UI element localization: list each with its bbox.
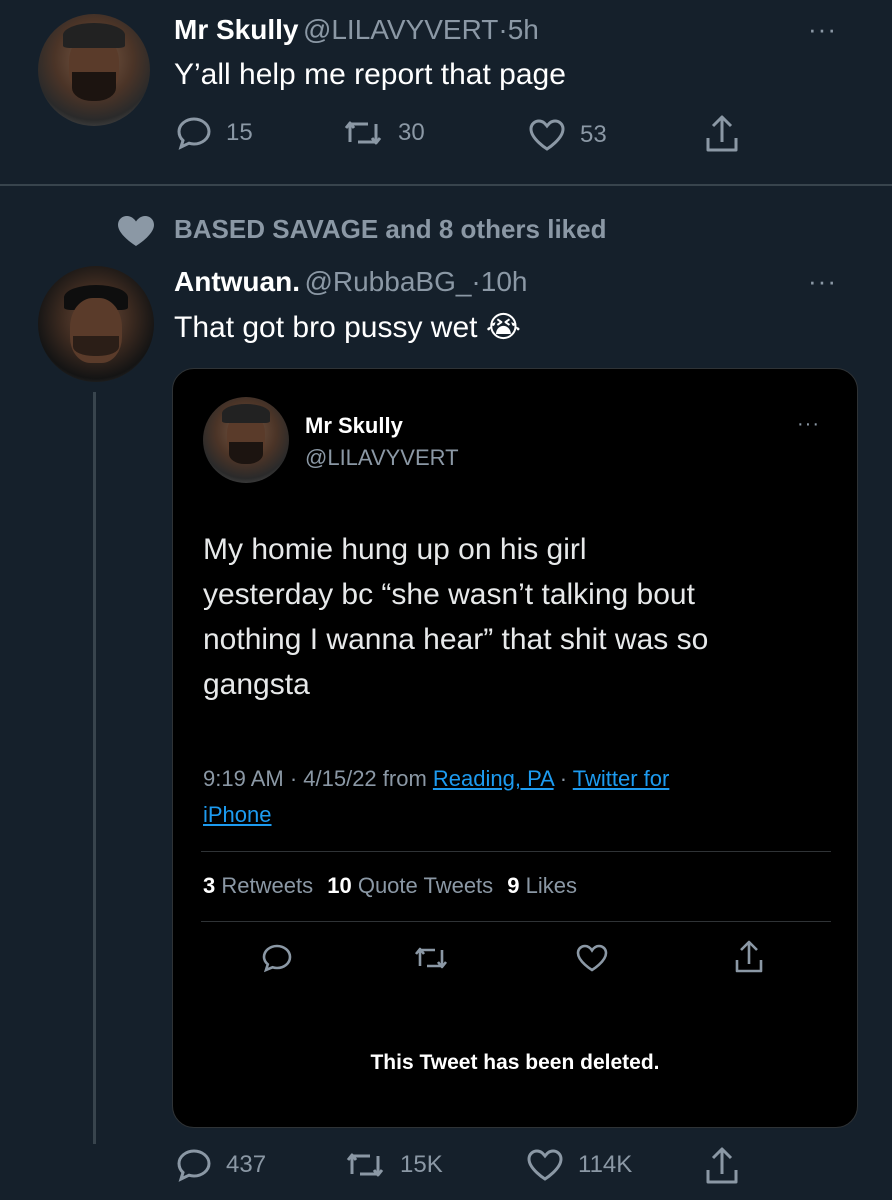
deleted-tweet-notice: This Tweet has been deleted. [370, 1051, 660, 1074]
reply-button[interactable] [261, 943, 293, 978]
like-count: 53 [580, 121, 607, 148]
tweet-header: Antwuan. @RubbaBG_·10h [174, 266, 527, 298]
share-icon [706, 1147, 738, 1184]
liked-by-banner[interactable]: BASED SAVAGE and 8 others liked [174, 214, 606, 245]
quotes-count[interactable]: 10 [327, 873, 351, 898]
heart-icon [116, 214, 156, 253]
heart-icon [576, 944, 608, 972]
tweet-text: Y’all help me report that page [174, 58, 566, 91]
text-line: gangsta [203, 668, 310, 701]
tweet-header: Mr Skully @LILAVYVERT·5h [174, 14, 539, 46]
likes-label[interactable]: Likes [526, 873, 577, 898]
reply-count: 15 [226, 119, 253, 146]
retweet-count: 30 [398, 119, 425, 146]
source-link[interactable]: iPhone [203, 802, 272, 827]
like-button[interactable]: 114K [526, 1148, 632, 1182]
reply-icon [262, 944, 292, 973]
avatar[interactable] [38, 266, 154, 382]
share-icon [706, 115, 738, 152]
location-link[interactable]: Reading, PA [433, 766, 554, 791]
tweet-text: That got bro pussy wet 😭 [174, 310, 521, 345]
text-line: nothing I wanna hear” that shit was so [203, 623, 709, 656]
reply-button[interactable]: 15 [176, 116, 253, 150]
avatar[interactable] [38, 14, 150, 126]
thread-line [93, 392, 96, 1144]
author-handle[interactable]: @LILAVYVERT [303, 14, 498, 45]
reply-count: 437 [226, 1151, 267, 1178]
text-line: yesterday bc “she wasn’t talking bout [203, 578, 695, 611]
divider [0, 184, 892, 186]
reply-icon [177, 117, 211, 150]
retweet-count: 15K [400, 1151, 443, 1178]
reply-button[interactable]: 437 [176, 1148, 266, 1182]
engagement-stats: 3 Retweets 10 Quote Tweets 9 Likes [203, 873, 577, 899]
more-options-icon[interactable]: ··· [808, 266, 837, 297]
like-button[interactable] [575, 943, 609, 978]
avatar[interactable] [203, 397, 289, 483]
like-count: 114K [578, 1151, 633, 1178]
source-link[interactable]: Twitter for [573, 766, 670, 791]
likes-count[interactable]: 9 [507, 873, 519, 898]
share-button[interactable] [733, 939, 765, 980]
separator: · [498, 14, 508, 45]
author-handle[interactable]: @LILAVYVERT [305, 445, 459, 471]
share-button[interactable] [704, 114, 740, 159]
more-options-icon[interactable]: ··· [797, 413, 820, 436]
text-line: My homie hung up on his girl [203, 533, 587, 566]
retweet-button[interactable]: 30 [342, 118, 425, 148]
retweets-count[interactable]: 3 [203, 873, 215, 898]
separator: · [471, 266, 481, 297]
divider [201, 921, 831, 922]
share-button[interactable] [704, 1146, 740, 1191]
retweet-icon [414, 947, 448, 969]
author-handle[interactable]: @RubbaBG_ [304, 266, 471, 297]
separator: · [553, 766, 573, 791]
retweet-button[interactable]: 15K [344, 1150, 443, 1180]
retweet-icon [346, 1153, 384, 1177]
more-options-icon[interactable]: ··· [808, 14, 837, 45]
author-name[interactable]: Mr Skully [305, 413, 403, 439]
crying-face-icon: 😭 [485, 311, 521, 344]
timestamp[interactable]: 5h [508, 14, 539, 45]
timestamp[interactable]: 10h [481, 266, 528, 297]
share-icon [735, 940, 763, 973]
tweet-meta: 9:19 AM · 4/15/22 from Reading, PA · Twi… [203, 761, 823, 833]
tweet-text-content: That got bro pussy wet [174, 311, 478, 344]
timestamp: 9:19 AM · 4/15/22 from [203, 766, 433, 791]
retweet-button[interactable] [413, 945, 449, 976]
reply-icon [177, 1149, 211, 1182]
retweet-icon [344, 121, 382, 145]
author-name[interactable]: Antwuan. [174, 266, 300, 297]
embedded-tweet-card[interactable]: Mr Skully @LILAVYVERT ··· My homie hung … [172, 368, 858, 1128]
heart-icon [529, 119, 565, 151]
author-name[interactable]: Mr Skully [174, 14, 298, 45]
retweets-label[interactable]: Retweets [221, 873, 313, 898]
like-button[interactable]: 53 [528, 118, 607, 152]
heart-icon [527, 1149, 563, 1181]
tweet-text: My homie hung up on his girl yesterday b… [203, 527, 708, 707]
divider [201, 851, 831, 852]
quotes-label[interactable]: Quote Tweets [358, 873, 493, 898]
